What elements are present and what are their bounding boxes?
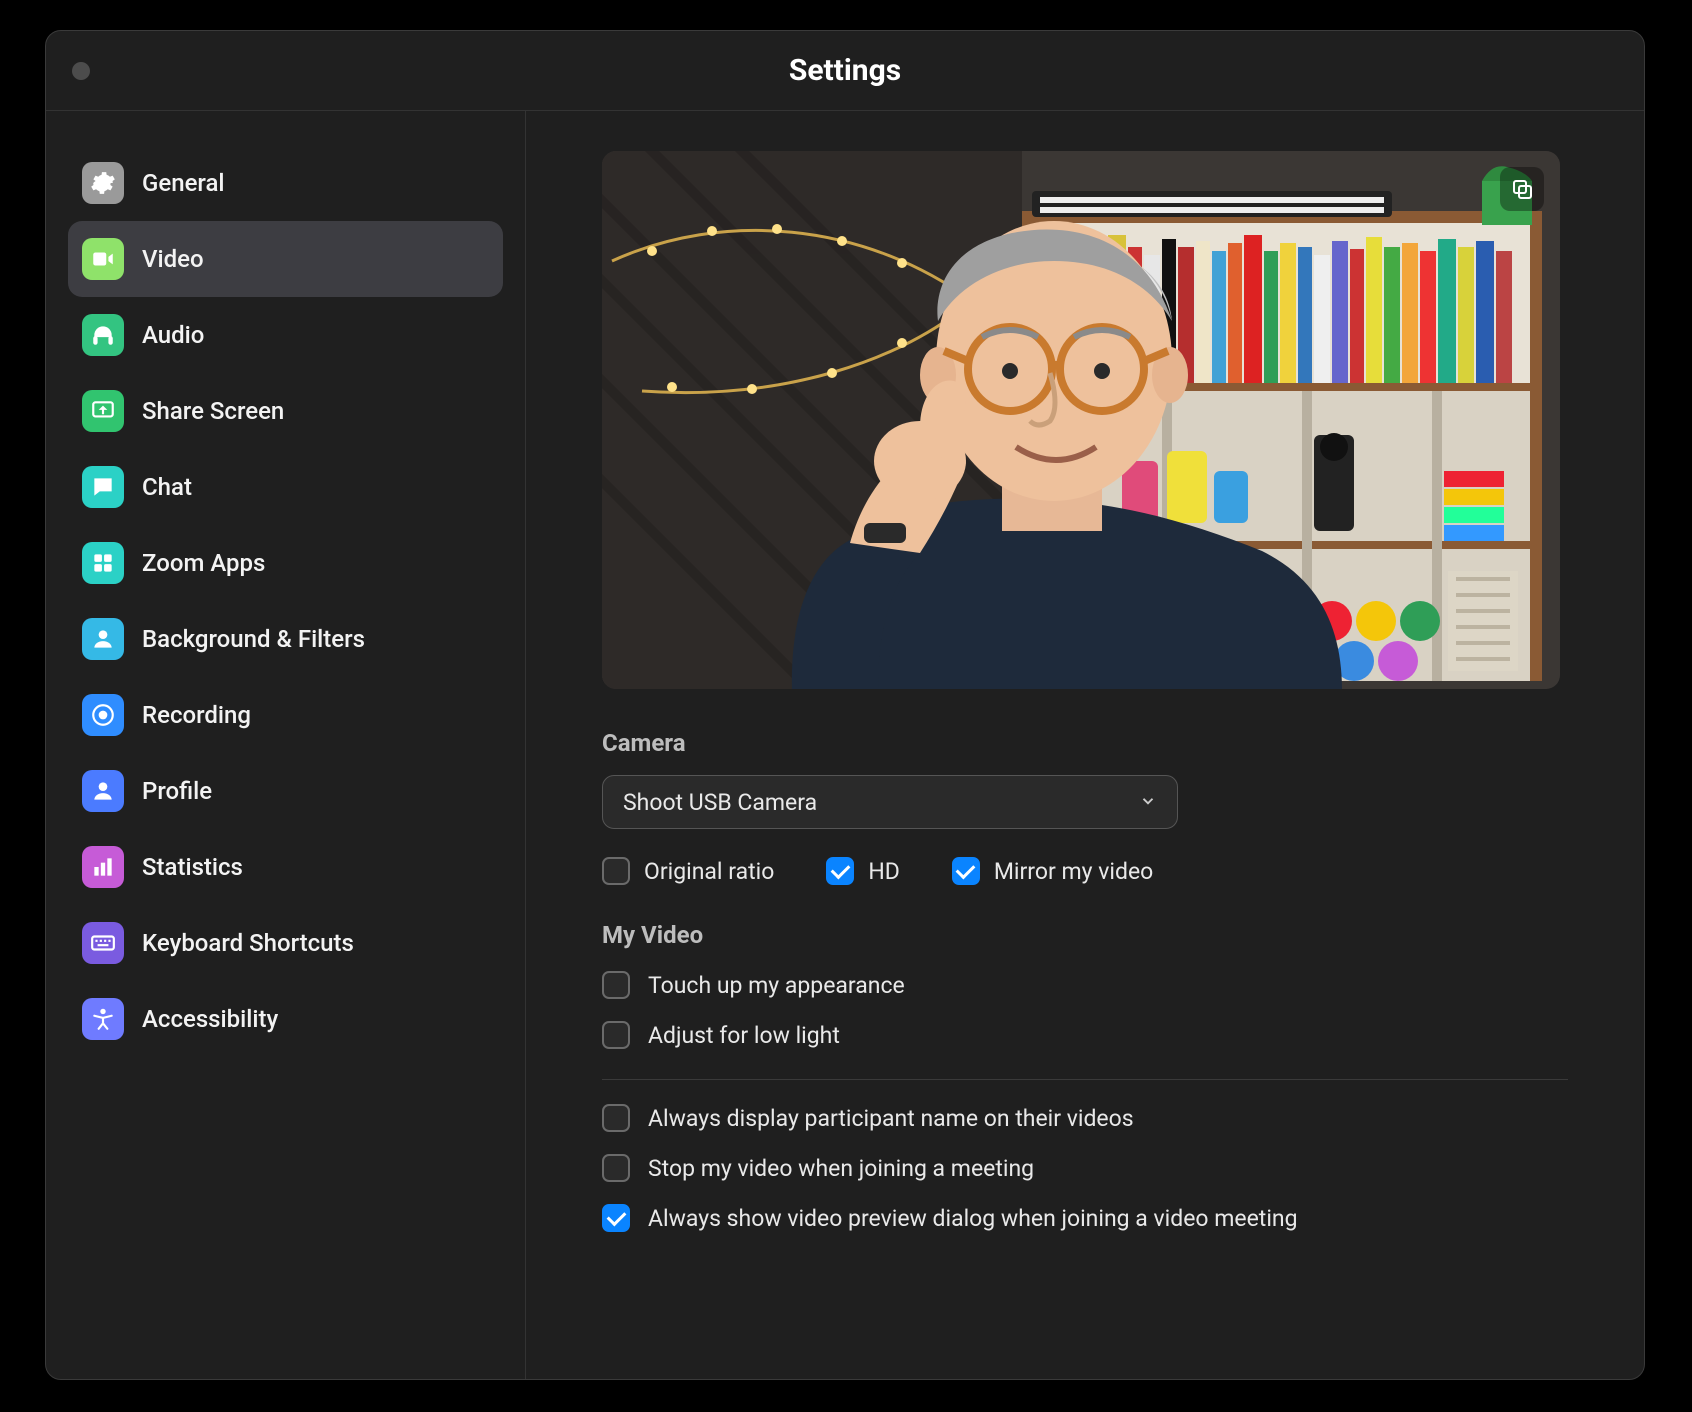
checkbox-original-ratio[interactable] bbox=[602, 857, 630, 885]
window-controls bbox=[72, 62, 90, 80]
rotate-camera-button[interactable] bbox=[1500, 167, 1544, 211]
keyboard-icon bbox=[82, 922, 124, 964]
sidebar-item-label: Share Screen bbox=[142, 397, 284, 425]
checkbox-hd[interactable] bbox=[826, 857, 854, 885]
sidebar-item-a11y[interactable]: Accessibility bbox=[68, 981, 503, 1057]
sidebar-item-label: Accessibility bbox=[142, 1005, 278, 1033]
sidebar-item-label: Audio bbox=[142, 321, 204, 349]
checkbox-preview[interactable] bbox=[602, 1204, 630, 1232]
checkbox-mirror-my-video[interactable] bbox=[952, 857, 980, 885]
sidebar-item-video[interactable]: Video bbox=[68, 221, 503, 297]
label-stopvid: Stop my video when joining a meeting bbox=[648, 1155, 1034, 1182]
option-lowlight: Adjust for low light bbox=[602, 1021, 1568, 1049]
sidebar-item-label: Zoom Apps bbox=[142, 549, 265, 577]
titlebar: Settings bbox=[46, 31, 1644, 111]
a11y-icon bbox=[82, 998, 124, 1040]
sidebar-item-keyboard[interactable]: Keyboard Shortcuts bbox=[68, 905, 503, 981]
sidebar-item-stats[interactable]: Statistics bbox=[68, 829, 503, 905]
sidebar-item-label: Recording bbox=[142, 701, 251, 729]
headphones-icon bbox=[82, 314, 124, 356]
sidebar-item-apps[interactable]: Zoom Apps bbox=[68, 525, 503, 601]
video-preview bbox=[602, 151, 1560, 689]
chat-icon bbox=[82, 466, 124, 508]
sidebar-item-label: Profile bbox=[142, 777, 212, 805]
sidebar-item-label: Chat bbox=[142, 473, 192, 501]
label-names: Always display participant name on their… bbox=[648, 1105, 1134, 1132]
sidebar-item-bg[interactable]: Background & Filters bbox=[68, 601, 503, 677]
share-icon bbox=[82, 390, 124, 432]
label-touchup: Touch up my appearance bbox=[648, 972, 905, 999]
checkbox-stopvid[interactable] bbox=[602, 1154, 630, 1182]
window-title: Settings bbox=[789, 53, 901, 88]
sidebar-item-general[interactable]: General bbox=[68, 145, 503, 221]
camera-flags-row: Original ratio HD Mirror my video bbox=[602, 857, 1568, 885]
rotate-icon bbox=[1510, 177, 1534, 201]
sidebar-item-label: Video bbox=[142, 245, 204, 273]
chevron-down-icon bbox=[1139, 789, 1157, 816]
sidebar-item-label: Keyboard Shortcuts bbox=[142, 929, 354, 957]
video-icon bbox=[82, 238, 124, 280]
sidebar-item-profile[interactable]: Profile bbox=[68, 753, 503, 829]
sidebar-item-share[interactable]: Share Screen bbox=[68, 373, 503, 449]
sidebar-item-label: Statistics bbox=[142, 853, 243, 881]
option-touchup: Touch up my appearance bbox=[602, 971, 1568, 999]
apps-icon bbox=[82, 542, 124, 584]
person-icon bbox=[82, 770, 124, 812]
sidebar-item-recording[interactable]: Recording bbox=[68, 677, 503, 753]
gear-icon bbox=[82, 162, 124, 204]
label-original-ratio: Original ratio bbox=[644, 858, 774, 885]
label-lowlight: Adjust for low light bbox=[648, 1022, 840, 1049]
sidebar-item-chat[interactable]: Chat bbox=[68, 449, 503, 525]
section-header-camera: Camera bbox=[602, 729, 1568, 757]
label-hd: HD bbox=[868, 858, 900, 885]
camera-feed-illustration bbox=[602, 151, 1560, 689]
option-preview: Always show video preview dialog when jo… bbox=[602, 1204, 1568, 1232]
record-icon bbox=[82, 694, 124, 736]
camera-select-value: Shoot USB Camera bbox=[623, 789, 817, 816]
sidebar-item-label: General bbox=[142, 169, 225, 197]
option-names: Always display participant name on their… bbox=[602, 1104, 1568, 1132]
bgfilters-icon bbox=[82, 618, 124, 660]
checkbox-names[interactable] bbox=[602, 1104, 630, 1132]
settings-sidebar: General Video Audio Share Screen Chat Zoom Ap… bbox=[46, 111, 526, 1379]
option-stopvid: Stop my video when joining a meeting bbox=[602, 1154, 1568, 1182]
sidebar-item-audio[interactable]: Audio bbox=[68, 297, 503, 373]
section-header-my-video: My Video bbox=[602, 921, 1568, 949]
label-mirror-my-video: Mirror my video bbox=[994, 858, 1153, 885]
settings-window: Settings General Video Audio Share Screen Ch… bbox=[45, 30, 1645, 1380]
divider bbox=[602, 1079, 1568, 1080]
stats-icon bbox=[82, 846, 124, 888]
checkbox-touchup[interactable] bbox=[602, 971, 630, 999]
close-window-button[interactable] bbox=[72, 62, 90, 80]
checkbox-lowlight[interactable] bbox=[602, 1021, 630, 1049]
settings-pane-video: Camera Shoot USB Camera Original ratio bbox=[526, 111, 1644, 1379]
camera-select[interactable]: Shoot USB Camera bbox=[602, 775, 1178, 829]
sidebar-item-label: Background & Filters bbox=[142, 625, 365, 653]
label-preview: Always show video preview dialog when jo… bbox=[648, 1205, 1298, 1232]
